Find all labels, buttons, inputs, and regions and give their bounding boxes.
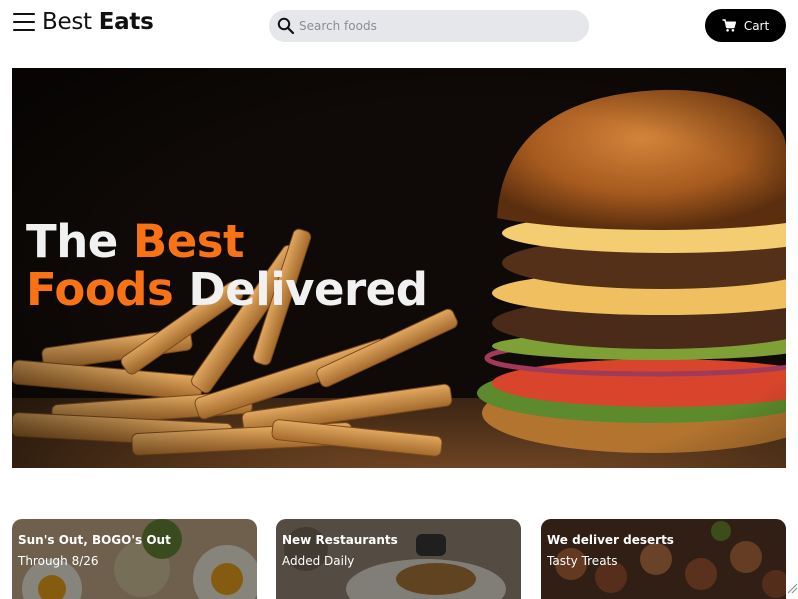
card-subtitle: Tasty Treats xyxy=(547,554,618,568)
promo-card-new-restaurants[interactable]: New Restaurants Added Daily xyxy=(276,519,521,599)
promo-card-bogo[interactable]: Sun's Out, BOGO's Out Through 8/26 xyxy=(12,519,257,599)
resize-grip-icon[interactable] xyxy=(786,582,798,594)
hero-banner: The Best Foods Delivered xyxy=(12,68,786,468)
promo-cards: Sun's Out, BOGO's Out Through 8/26 New R… xyxy=(12,519,786,599)
shopping-cart-icon xyxy=(722,19,736,32)
promo-card-desserts[interactable]: We deliver deserts Tasty Treats xyxy=(541,519,786,599)
hero-title-word-the: The xyxy=(26,215,133,268)
card-title: Sun's Out, BOGO's Out xyxy=(18,533,171,547)
search-bar[interactable] xyxy=(269,10,589,42)
logo-text-light: Best xyxy=(42,9,99,35)
card-title: New Restaurants xyxy=(282,533,398,547)
card-title: We deliver deserts xyxy=(547,533,674,547)
hero-title-word-foods: Foods xyxy=(26,263,174,316)
hero-title-word-delivered: Delivered xyxy=(173,263,428,316)
card-subtitle: Through 8/26 xyxy=(18,554,99,568)
hero-headline: The Best Foods Delivered xyxy=(26,215,428,316)
card-subtitle: Added Daily xyxy=(282,554,355,568)
search-icon xyxy=(277,17,295,35)
brand-logo[interactable]: Best Eats xyxy=(42,9,154,35)
cart-button[interactable]: Cart xyxy=(705,9,786,42)
hero-title-word-best: Best xyxy=(132,215,245,268)
cart-label: Cart xyxy=(743,18,770,33)
top-nav: Best Eats Cart xyxy=(0,0,798,52)
logo-text-bold: Eats xyxy=(98,9,154,35)
hamburger-menu-icon[interactable] xyxy=(13,13,35,33)
search-input[interactable] xyxy=(299,10,579,42)
